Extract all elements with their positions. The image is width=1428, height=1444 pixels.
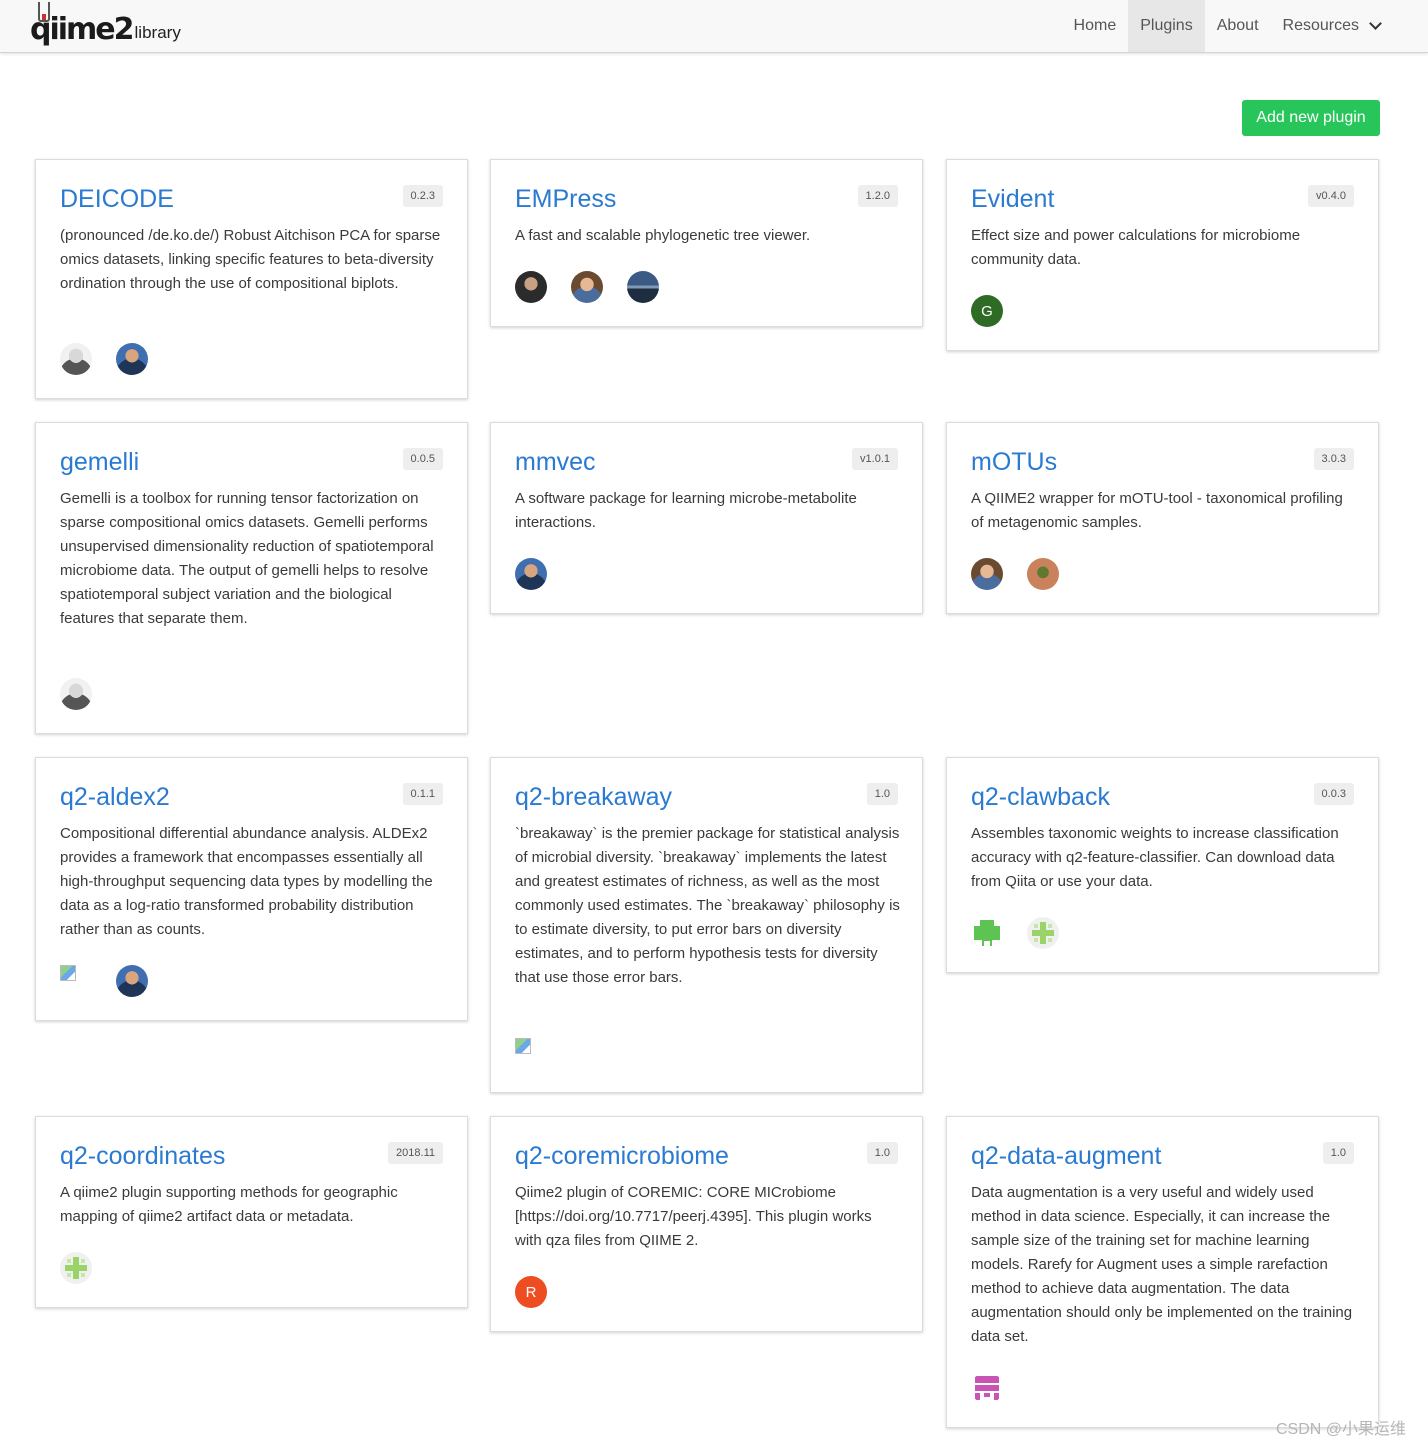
nav-home[interactable]: Home bbox=[1062, 0, 1129, 52]
contributor-avatars: G bbox=[971, 295, 1003, 327]
contributor-avatars bbox=[515, 271, 659, 303]
contributor-avatars bbox=[971, 1372, 1003, 1404]
contributor-avatars bbox=[60, 678, 92, 710]
version-badge: 1.0 bbox=[866, 783, 898, 805]
plugin-card-q2-coremicrobiome: q2-coremicrobiome 1.0 Qiime2 plugin of C… bbox=[490, 1116, 923, 1332]
identicon-avatar[interactable] bbox=[1027, 917, 1059, 949]
plugin-title[interactable]: Evident bbox=[971, 184, 1054, 214]
plugin-card-q2-coordinates: q2-coordinates 2018.11 A qiime2 plugin s… bbox=[35, 1116, 468, 1308]
plugin-card-gemelli: gemelli 0.0.5 Gemelli is a toolbox for r… bbox=[35, 422, 468, 734]
avatar[interactable] bbox=[116, 965, 148, 997]
version-badge: 0.0.3 bbox=[1313, 783, 1354, 805]
plugin-card-q2-clawback: q2-clawback 0.0.3 Assembles taxonomic we… bbox=[946, 757, 1379, 973]
plugin-description: A software package for learning microbe-… bbox=[515, 490, 857, 531]
contributor-avatars bbox=[971, 917, 1059, 949]
plugin-title[interactable]: q2-coremicrobiome bbox=[515, 1141, 729, 1171]
plugin-title[interactable]: q2-data-augment bbox=[971, 1141, 1161, 1171]
avatar[interactable] bbox=[971, 558, 1003, 590]
identicon-avatar[interactable] bbox=[971, 917, 1003, 949]
plugin-description: Assembles taxonomic weights to increase … bbox=[971, 825, 1339, 890]
plugin-description: Effect size and power calculations for m… bbox=[971, 227, 1301, 268]
plugin-card-empress: EMPress 1.2.0 A fast and scalable phylog… bbox=[490, 159, 923, 327]
version-badge: 1.0 bbox=[1322, 1142, 1354, 1164]
flask-icon bbox=[38, 2, 50, 22]
version-badge: 1.2.0 bbox=[857, 185, 898, 207]
plugin-title[interactable]: mmvec bbox=[515, 447, 596, 477]
plugin-title[interactable]: mOTUs bbox=[971, 447, 1057, 477]
top-navbar: qiime2 library Home Plugins About Resour… bbox=[0, 0, 1428, 53]
brand-sub-text: library bbox=[134, 23, 181, 42]
contributor-avatars bbox=[60, 1252, 92, 1284]
plugin-card-mmvec: mmvec v1.0.1 A software package for lear… bbox=[490, 422, 923, 614]
avatar[interactable] bbox=[60, 678, 92, 710]
plugin-card-q2-data-augment: q2-data-augment 1.0 Data augmentation is… bbox=[946, 1116, 1379, 1428]
plugin-title[interactable]: EMPress bbox=[515, 184, 616, 214]
plugin-description: `breakaway` is the premier package for s… bbox=[515, 825, 900, 986]
contributor-avatars: R bbox=[515, 1276, 547, 1308]
plugin-card-evident: Evident v0.4.0 Effect size and power cal… bbox=[946, 159, 1379, 351]
broken-image-icon[interactable] bbox=[515, 1038, 531, 1054]
nav-plugins[interactable]: Plugins bbox=[1128, 0, 1205, 52]
version-badge: 0.0.5 bbox=[402, 448, 443, 470]
plugin-description: A QIIME2 wrapper for mOTU-tool - taxonom… bbox=[971, 490, 1343, 531]
plugin-description: A fast and scalable phylogenetic tree vi… bbox=[515, 227, 811, 244]
identicon-avatar[interactable] bbox=[971, 1372, 1003, 1404]
avatar[interactable]: G bbox=[971, 295, 1003, 327]
plugin-card-q2-breakaway: q2-breakaway 1.0 `breakaway` is the prem… bbox=[490, 757, 923, 1093]
nav-resources[interactable]: Resources bbox=[1271, 0, 1392, 52]
contributor-avatars bbox=[60, 965, 148, 997]
plugin-card-motus: mOTUs 3.0.3 A QIIME2 wrapper for mOTU-to… bbox=[946, 422, 1379, 614]
plugin-description: Compositional differential abundance ana… bbox=[60, 825, 433, 938]
version-badge: 1.0 bbox=[866, 1142, 898, 1164]
chevron-down-icon bbox=[1369, 17, 1382, 30]
plugin-title[interactable]: q2-clawback bbox=[971, 782, 1110, 812]
plugin-description: Qiime2 plugin of COREMIC: CORE MICrobiom… bbox=[515, 1184, 872, 1249]
plugin-title[interactable]: q2-aldex2 bbox=[60, 782, 170, 812]
version-badge: v0.4.0 bbox=[1308, 185, 1354, 207]
avatar[interactable] bbox=[1027, 558, 1059, 590]
nav-resources-label: Resources bbox=[1282, 17, 1359, 34]
plugin-card-deicode: DEICODE 0.2.3 (pronounced /de.ko.de/) Ro… bbox=[35, 159, 468, 399]
contributor-avatars bbox=[971, 558, 1059, 590]
plugin-description: A qiime2 plugin supporting methods for g… bbox=[60, 1184, 398, 1225]
version-badge: 0.2.3 bbox=[402, 185, 443, 207]
broken-image-icon[interactable] bbox=[60, 965, 76, 981]
main-nav: Home Plugins About Resources bbox=[1062, 0, 1392, 52]
contributor-avatars bbox=[515, 558, 547, 590]
contributor-avatars bbox=[515, 1038, 547, 1054]
avatar[interactable] bbox=[116, 343, 148, 375]
avatar[interactable] bbox=[515, 271, 547, 303]
plugin-description: (pronounced /de.ko.de/) Robust Aitchison… bbox=[60, 227, 441, 292]
version-badge: 3.0.3 bbox=[1313, 448, 1354, 470]
plugin-title[interactable]: q2-coordinates bbox=[60, 1141, 225, 1171]
version-badge: 2018.11 bbox=[388, 1142, 443, 1164]
avatar[interactable] bbox=[60, 343, 92, 375]
contributor-avatars bbox=[60, 343, 148, 375]
plugin-description: Gemelli is a toolbox for running tensor … bbox=[60, 490, 434, 627]
avatar[interactable] bbox=[571, 271, 603, 303]
watermark-text: CSDN @小果运维 bbox=[1276, 1421, 1407, 1438]
version-badge: 0.1.1 bbox=[402, 783, 443, 805]
avatar[interactable] bbox=[515, 558, 547, 590]
nav-about[interactable]: About bbox=[1205, 0, 1271, 52]
plugin-description: Data augmentation is a very useful and w… bbox=[971, 1184, 1353, 1345]
version-badge: v1.0.1 bbox=[852, 448, 898, 470]
plugin-title[interactable]: DEICODE bbox=[60, 184, 174, 214]
plugin-card-q2-aldex2: q2-aldex2 0.1.1 Compositional differenti… bbox=[35, 757, 468, 1021]
identicon-avatar[interactable] bbox=[60, 1252, 92, 1284]
avatar[interactable]: R bbox=[515, 1276, 547, 1308]
brand-logo[interactable]: qiime2 library bbox=[30, 2, 181, 48]
add-new-plugin-button[interactable]: Add new plugin bbox=[1242, 100, 1380, 136]
avatar[interactable] bbox=[627, 271, 659, 303]
plugin-title[interactable]: gemelli bbox=[60, 447, 139, 477]
plugin-title[interactable]: q2-breakaway bbox=[515, 782, 672, 812]
